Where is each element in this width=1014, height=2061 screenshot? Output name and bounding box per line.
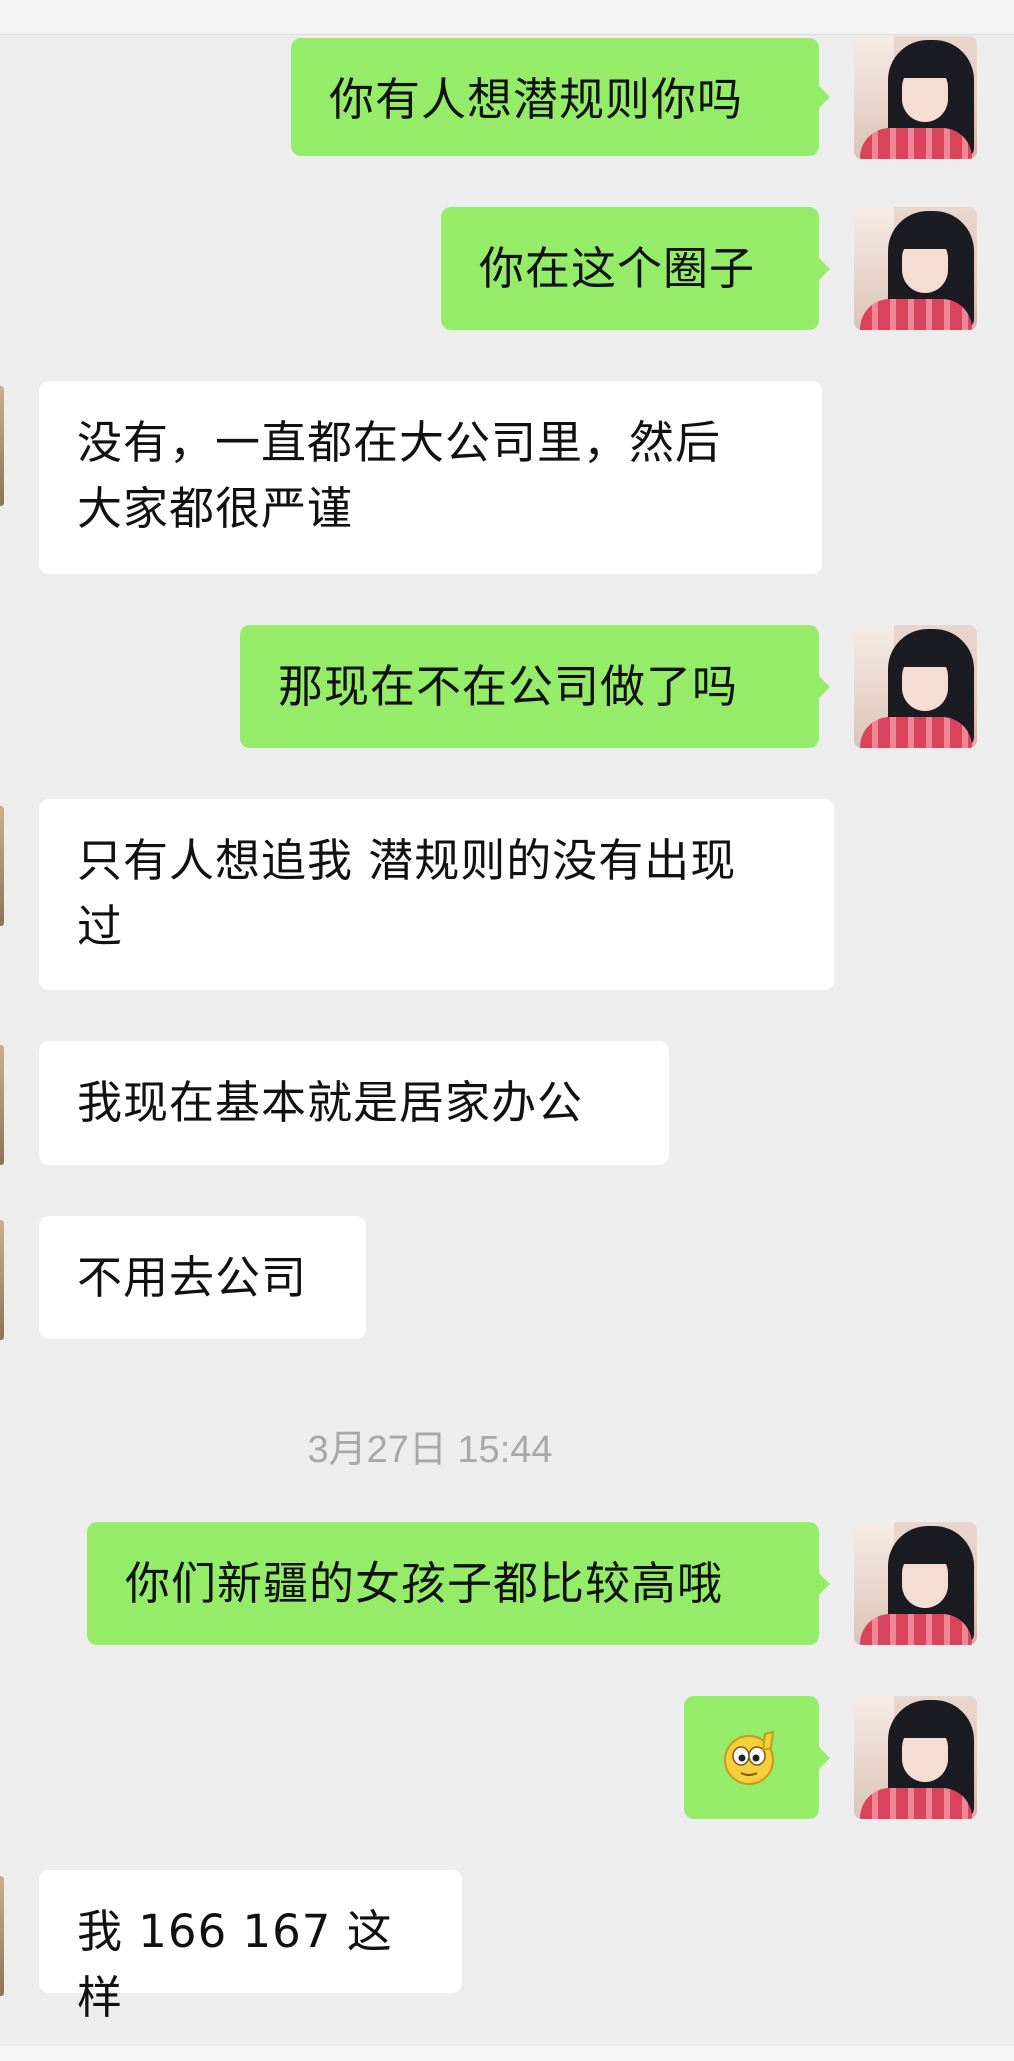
message-text: 你有人想潜规则你吗	[329, 73, 744, 126]
message-text: 你们新疆的女孩子都比较高哦	[125, 1557, 724, 1610]
my-avatar[interactable]	[854, 36, 977, 159]
my-avatar[interactable]	[854, 1522, 977, 1645]
contact-avatar[interactable]	[0, 806, 4, 926]
message-text-line: 没有，一直都在大公司里，然后	[77, 416, 722, 469]
chat-timestamp: 3月27日 15:44	[307, 1429, 553, 1471]
message-bubble-sent[interactable]: 你有人想潜规则你吗	[291, 38, 830, 156]
message-text: 我 166 167 这样	[77, 1905, 393, 2024]
contact-avatar[interactable]	[0, 1045, 4, 1165]
input-bar-edge	[0, 2046, 1014, 2061]
message-bubble-received[interactable]: 不用去公司	[39, 1216, 366, 1339]
salute-emoji-icon	[724, 1730, 775, 1785]
message-bubble-received[interactable]: 我 166 167 这样	[39, 1870, 462, 2024]
message-text-line: 大家都很严谨	[77, 482, 354, 535]
message-text: 你在这个圈子	[479, 242, 756, 295]
message-text: 我现在基本就是居家办公	[77, 1076, 584, 1129]
message-bubble-received[interactable]: 只有人想追我 潜规则的没有出现 过	[39, 799, 834, 990]
top-divider	[0, 0, 1014, 35]
message-bubble-sent[interactable]: 那现在不在公司做了吗	[240, 625, 830, 748]
chat-screen: 你有人想潜规则你吗 你在这个圈子 没有，一直都在大公司里，然后 大家都很严谨 那…	[0, 0, 1014, 2061]
message-text-line: 只有人想追我 潜规则的没有出现	[77, 834, 737, 887]
message-bubble-sent[interactable]: 你们新疆的女孩子都比较高哦	[87, 1522, 830, 1645]
my-avatar[interactable]	[854, 1696, 977, 1819]
my-avatar[interactable]	[854, 207, 977, 330]
message-bubble-sent[interactable]: 你在这个圈子	[441, 207, 830, 330]
contact-avatar[interactable]	[0, 1220, 4, 1340]
message-text-line: 过	[77, 900, 124, 953]
message-text: 不用去公司	[77, 1251, 308, 1304]
message-text: 那现在不在公司做了吗	[278, 660, 739, 713]
message-bubble-received[interactable]: 我现在基本就是居家办公	[39, 1041, 669, 1165]
my-avatar[interactable]	[854, 625, 977, 748]
contact-avatar[interactable]	[0, 386, 4, 506]
contact-avatar[interactable]	[0, 1876, 4, 1996]
message-bubble-received[interactable]: 没有，一直都在大公司里，然后 大家都很严谨	[39, 381, 822, 574]
